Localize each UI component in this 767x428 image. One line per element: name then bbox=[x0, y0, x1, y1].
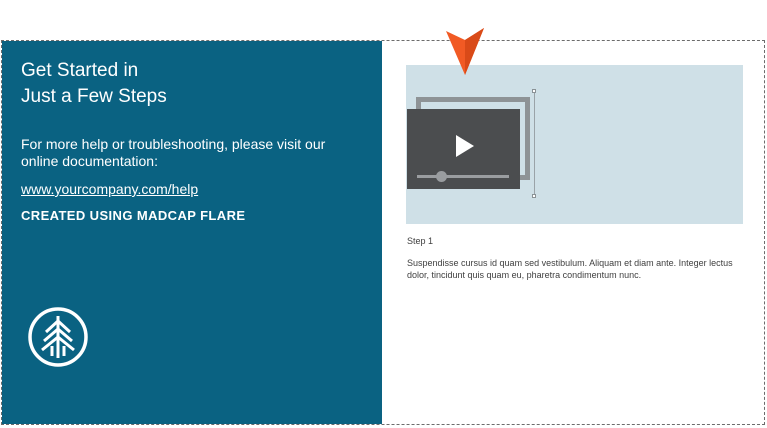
tree-icon bbox=[28, 307, 88, 367]
heading-line-2: Just a Few Steps bbox=[21, 86, 167, 107]
video-progress-track[interactable] bbox=[417, 175, 509, 178]
heading-line-1: Get Started in bbox=[21, 60, 139, 81]
credit-text: CREATED USING MADCAP FLARE bbox=[21, 208, 246, 223]
step-label: Step 1 bbox=[407, 236, 434, 246]
help-link[interactable]: www.yourcompany.com/help bbox=[21, 181, 198, 198]
play-icon[interactable] bbox=[456, 135, 474, 157]
pointer-arrow-icon bbox=[446, 28, 484, 75]
help-text: For more help or troubleshooting, please… bbox=[21, 136, 326, 169]
selection-line bbox=[534, 91, 535, 196]
step-body: Suspendisse cursus id quam sed vestibulu… bbox=[407, 258, 733, 280]
video-progress-knob[interactable] bbox=[436, 171, 447, 182]
panel-heading: Get Started in Just a Few Steps bbox=[21, 58, 167, 110]
resize-handle-top[interactable] bbox=[532, 89, 536, 93]
resize-handle-bottom[interactable] bbox=[532, 194, 536, 198]
